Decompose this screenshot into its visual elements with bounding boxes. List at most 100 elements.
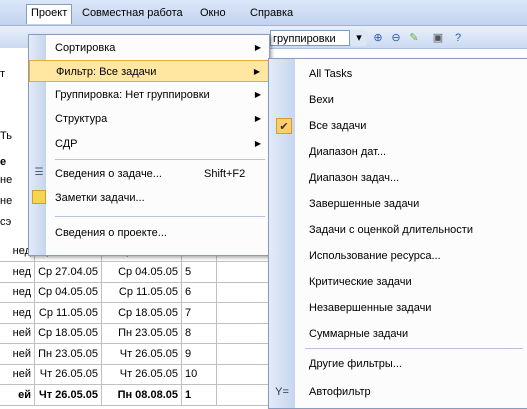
filter-item-summary-tasks[interactable]: Суммарные задачи	[269, 321, 527, 347]
predecessor-cell[interactable]: 9	[182, 343, 217, 364]
predecessor-cell[interactable]: 7	[182, 302, 217, 323]
filter-item-estimated-duration[interactable]: Задачи с оценкой длительности	[269, 217, 527, 243]
predecessor-cell[interactable]: 5	[182, 261, 217, 282]
menu-item-label: Диапазон задач...	[309, 172, 400, 184]
finish-cell[interactable]: Ср 04.05.05	[102, 261, 182, 282]
menu-item-label: Сортировка	[55, 42, 116, 54]
duration-cell[interactable]: ней	[0, 364, 35, 384]
zoom-in-icon[interactable]: ⊕	[370, 30, 386, 46]
autofilter-icon: Y=	[275, 386, 289, 398]
filter-item-resource-usage[interactable]: Использование ресурса...	[269, 243, 527, 269]
menu-item-sort[interactable]: Сортировка ▶	[29, 37, 269, 59]
filter-item-autofilter[interactable]: Y= Автофильтр	[269, 379, 527, 405]
menu-item-task-notes[interactable]: Заметки задачи...	[29, 187, 269, 209]
menu-item-label: Структура	[55, 113, 108, 125]
zoom-out-icon[interactable]: ⊖	[388, 30, 404, 46]
table-row[interactable]: нед Ср 27.04.05 Ср 04.05.05 5	[0, 261, 290, 283]
predecessor-cell[interactable]: 8	[182, 323, 217, 343]
sheet-fragment: не	[0, 174, 13, 186]
menu-item-label: Критические задачи	[309, 276, 412, 288]
menu-item-label: All Tasks	[309, 68, 353, 80]
sheet-fragment: сэ	[0, 216, 12, 228]
predecessor-cell[interactable]: 10	[182, 364, 217, 384]
filter-item-task-range[interactable]: Диапазон задач...	[269, 165, 527, 191]
checkmark-icon: ✔	[276, 118, 292, 134]
filter-item-critical-tasks[interactable]: Критические задачи	[269, 269, 527, 295]
menu-item-label: Группировка: Нет группировки	[55, 89, 210, 101]
copy-picture-icon[interactable]: ▣	[430, 30, 446, 46]
duration-cell[interactable]: нед	[0, 302, 35, 323]
menu-item-label: Суммарные задачи	[309, 328, 409, 340]
sheet-fragment: не	[0, 195, 13, 207]
table-row[interactable]: ней Ср 18.05.05 Пн 23.05.05 8	[0, 323, 290, 344]
filter-item-more-filters[interactable]: Другие фильтры...	[269, 351, 527, 377]
group-combo[interactable]: группировки	[270, 30, 350, 46]
start-cell[interactable]: Ср 18.05.05	[35, 323, 102, 343]
project-menu: Сортировка ▶ Фильтр: Все задачи ▶ Группи…	[28, 34, 270, 256]
start-cell[interactable]: Чт 26.05.05	[35, 364, 102, 384]
help-icon[interactable]: ?	[450, 30, 466, 46]
menu-item-wbs[interactable]: СДР ▶	[29, 133, 269, 155]
filter-item-all-tasks-ru[interactable]: ✔ Все задачи	[269, 113, 527, 139]
menu-item-label: Завершенные задачи	[309, 198, 420, 210]
finish-cell[interactable]: Ср 11.05.05	[102, 282, 182, 302]
menu-item-label: Диапазон дат...	[309, 146, 387, 158]
menu-item-label: Сведения о проекте...	[55, 227, 167, 239]
menu-separator	[305, 348, 523, 349]
duration-cell[interactable]: нед	[0, 282, 35, 302]
menu-item-task-info[interactable]: ☰ Сведения о задаче... Shift+F2	[29, 163, 269, 185]
table-row[interactable]: нед Ср 11.05.05 Ср 18.05.05 7	[0, 302, 290, 324]
menu-item-group[interactable]: Группировка: Нет группировки ▶	[29, 84, 269, 106]
menu-item-label: Незавершенные задачи	[309, 302, 432, 314]
start-cell[interactable]: Пн 23.05.05	[35, 343, 102, 364]
finish-cell[interactable]: Пн 23.05.05	[102, 323, 182, 343]
duration-cell[interactable]: ней	[0, 343, 35, 364]
table-row[interactable]: нед Ср 04.05.05 Ср 11.05.05 6	[0, 282, 290, 303]
menu-item-label: Сведения о задаче...	[55, 168, 162, 180]
finish-cell[interactable]: Ср 18.05.05	[102, 302, 182, 323]
duration-cell[interactable]: ей	[0, 384, 35, 405]
table-row[interactable]: ней Пн 23.05.05 Чт 26.05.05 9	[0, 343, 290, 365]
finish-cell[interactable]: Пн 08.08.05	[102, 384, 182, 405]
filter-item-date-range[interactable]: Диапазон дат...	[269, 139, 527, 165]
menu-window[interactable]: Окно	[196, 5, 230, 21]
duration-cell[interactable]: нед	[0, 261, 35, 282]
table-row[interactable]: ней Чт 26.05.05 Чт 26.05.05 10	[0, 364, 290, 385]
menubar: Проект Совместная работа Окно Справка	[0, 0, 527, 26]
finish-cell[interactable]: Чт 26.05.05	[102, 364, 182, 384]
menu-item-label: Вехи	[309, 94, 334, 106]
table-row[interactable]: ей Чт 26.05.05 Пн 08.08.05 1	[0, 384, 290, 406]
menu-item-outline[interactable]: Структура ▶	[29, 108, 269, 130]
filter-item-all-tasks[interactable]: All Tasks	[269, 61, 527, 87]
submenu-arrow-icon: ▶	[254, 43, 261, 52]
duration-cell[interactable]: ней	[0, 323, 35, 343]
menu-separator	[55, 159, 265, 160]
start-cell[interactable]: Ср 27.04.05	[35, 261, 102, 282]
predecessor-cell[interactable]: 6	[182, 282, 217, 302]
wizard-icon[interactable]: ✎	[406, 30, 422, 46]
submenu-arrow-icon: ▶	[254, 90, 261, 99]
menu-item-label: Фильтр: Все задачи	[56, 66, 157, 78]
task-info-icon: ☰	[34, 167, 44, 178]
menu-item-project-info[interactable]: Сведения о проекте...	[29, 222, 269, 244]
predecessor-cell[interactable]: 1	[182, 384, 217, 405]
finish-cell[interactable]: Чт 26.05.05	[102, 343, 182, 364]
start-cell[interactable]: Чт 26.05.05	[35, 384, 102, 405]
submenu-arrow-icon: ▶	[254, 139, 261, 148]
filter-item-incomplete-tasks[interactable]: Незавершенные задачи	[269, 295, 527, 321]
start-cell[interactable]: Ср 04.05.05	[35, 282, 102, 302]
menu-separator	[55, 216, 265, 217]
menu-project[interactable]: Проект	[26, 4, 73, 24]
menu-item-label: Автофильтр	[309, 386, 371, 398]
menu-help[interactable]: Справка	[246, 5, 297, 21]
menu-item-shortcut: Shift+F2	[204, 168, 246, 180]
menu-collaborate[interactable]: Совместная работа	[78, 5, 187, 21]
menu-item-filter[interactable]: Фильтр: Все задачи ▶	[29, 60, 269, 82]
filter-item-completed-tasks[interactable]: Завершенные задачи	[269, 191, 527, 217]
sheet-fragment: Ть	[0, 130, 12, 142]
start-cell[interactable]: Ср 11.05.05	[35, 302, 102, 323]
menu-item-label: Использование ресурса...	[309, 250, 441, 262]
combo-dropdown-icon[interactable]: ▾	[351, 30, 367, 46]
filter-item-milestones[interactable]: Вехи	[269, 87, 527, 113]
filter-submenu: All Tasks Вехи ✔ Все задачи Диапазон дат... Д…	[268, 58, 527, 409]
